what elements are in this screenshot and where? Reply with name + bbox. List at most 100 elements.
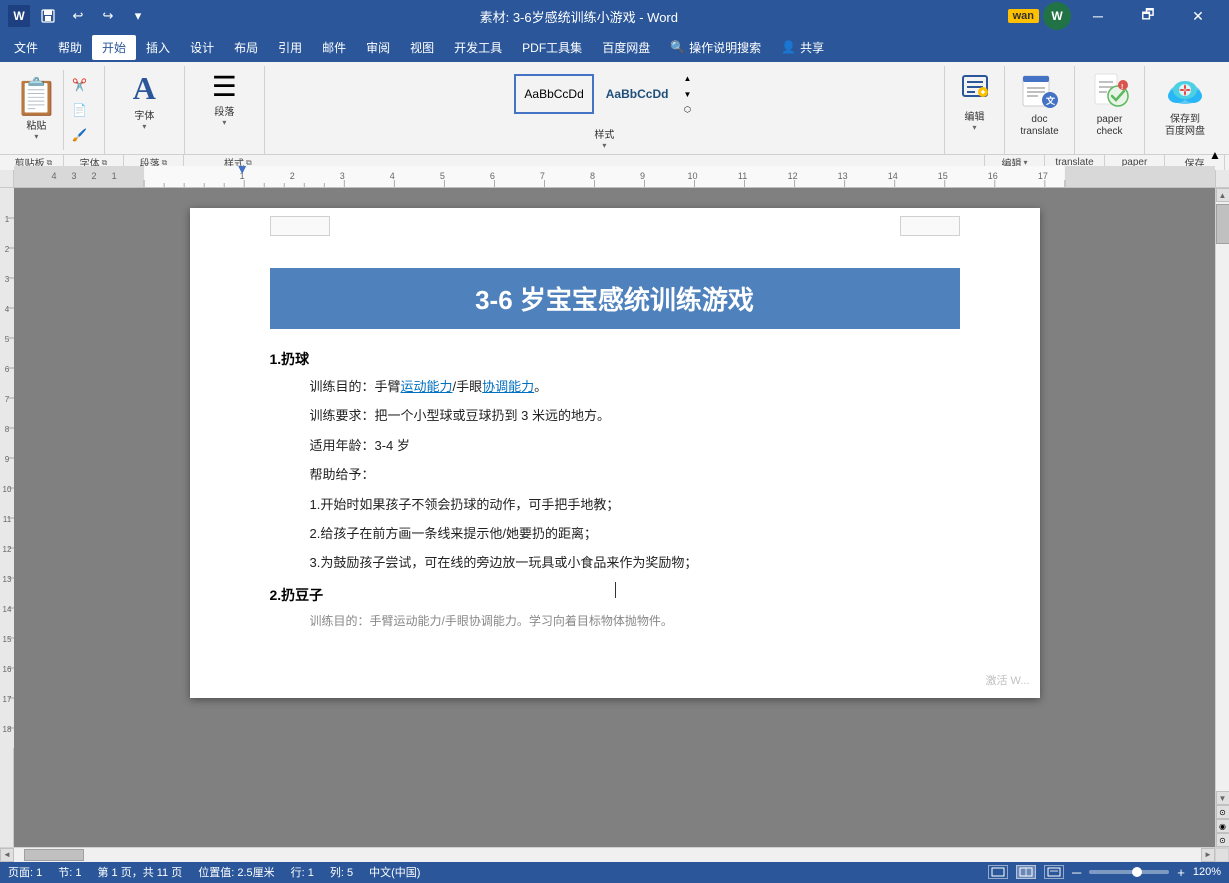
svg-text:14: 14 [888, 171, 898, 181]
zoom-thumb[interactable] [1132, 867, 1142, 877]
scroll-track[interactable] [1216, 202, 1229, 791]
menu-ref[interactable]: 引用 [268, 35, 312, 60]
menu-design[interactable]: 设计 [180, 35, 224, 60]
link-motor[interactable]: 运动能力 [401, 379, 453, 394]
menu-layout[interactable]: 布局 [224, 35, 268, 60]
menu-opsearch[interactable]: 🔍操作说明搜索 [660, 35, 771, 60]
menu-help[interactable]: 帮助 [48, 35, 92, 60]
para-6: 2.给孩子在前方画一条线来提示他/她要扔的距离； [310, 522, 960, 545]
ribbon-group-translate: 文 doctranslate [1005, 66, 1075, 154]
svg-text:15: 15 [938, 171, 948, 181]
svg-text:5: 5 [5, 335, 10, 344]
menu-file[interactable]: 文件 [4, 35, 48, 60]
document-title: 3-6 岁宝宝感统训练游戏 [270, 268, 960, 329]
zoom-minus-button[interactable]: ─ [1072, 865, 1081, 880]
document-canvas[interactable]: 3-6 岁宝宝感统训练游戏 1.扔球 训练目的：手臂运动能力/手眼协调能力。 训… [14, 188, 1215, 847]
svg-text:1: 1 [112, 171, 117, 181]
menu-bar: 文件 帮助 开始 插入 设计 布局 引用 邮件 审阅 视图 开发工具 PDF工具… [0, 32, 1229, 62]
svg-text:13: 13 [838, 171, 848, 181]
svg-text:9: 9 [5, 455, 10, 464]
paste-button[interactable]: 📋 粘贴 ▾ [12, 79, 61, 141]
svg-text:17: 17 [3, 695, 12, 704]
page-margin-top-left [270, 216, 330, 236]
menu-mail[interactable]: 邮件 [312, 35, 356, 60]
close-button[interactable]: ✕ [1175, 0, 1221, 32]
save-baidupan-button[interactable]: 保存到百度网盘 [1163, 70, 1207, 138]
scroll-bottom-button[interactable]: ⊙ [1216, 833, 1229, 847]
quickaccess-more[interactable]: ▾ [126, 4, 150, 28]
style-expand[interactable]: ▾ [602, 141, 606, 150]
ruler-top-container: 1 2 3 4 5 6 7 8 9 10 11 12 13 14 15 16 1… [0, 166, 1229, 188]
para-4: 帮助给予： [310, 463, 960, 486]
style-scroll[interactable]: ▲ ▼ ⬡ [680, 74, 694, 114]
zoom-plus-button[interactable]: + [1177, 865, 1185, 880]
para-icon[interactable]: ☰ [212, 70, 237, 103]
para-2: 训练要求：把一个小型球或豆球扔到 3 米远的地方。 [310, 404, 960, 427]
menu-pdftool[interactable]: PDF工具集 [512, 35, 592, 60]
minimize-button[interactable]: ─ [1075, 0, 1121, 32]
svg-text:5: 5 [440, 171, 445, 181]
para-5: 1.开始时如果孩子不领会扔球的动作，可手把手地教； [310, 493, 960, 516]
hscroll-thumb[interactable] [24, 849, 84, 861]
status-bar: 页面: 1 节: 1 第 1 页，共 11 页 位置值: 2.5厘米 行: 1 … [0, 861, 1229, 883]
scroll-select-button[interactable]: ◉ [1216, 819, 1229, 833]
status-page: 页面: 1 [8, 864, 42, 880]
paper-check-button[interactable]: ! papercheck [1088, 70, 1132, 138]
status-col: 列: 5 [330, 864, 353, 880]
menu-baidupan[interactable]: 百度网盘 [592, 35, 660, 60]
style-heading1[interactable]: AaBbCcDd [598, 74, 677, 114]
view-web-button[interactable] [1044, 865, 1064, 879]
font-icon[interactable]: A [133, 70, 156, 107]
font-expand[interactable]: ▾ [142, 122, 146, 131]
cut-button[interactable]: ✂️ [68, 74, 92, 96]
hscroll-left-button[interactable]: ◄ [0, 848, 14, 862]
link-coord[interactable]: 协调能力 [482, 379, 534, 394]
format-painter-button[interactable]: 🖌️ [68, 124, 92, 146]
hscroll-track[interactable] [14, 848, 1201, 862]
zoom-level[interactable]: 120% [1193, 866, 1221, 878]
svg-text:4: 4 [5, 305, 10, 314]
view-read-button[interactable] [1016, 865, 1036, 879]
restore-button[interactable]: 🗗 [1125, 0, 1171, 32]
svg-text:!: ! [1121, 84, 1123, 91]
menu-devtools[interactable]: 开发工具 [444, 35, 512, 60]
title-bar-left: W ↩ ↪ ▾ [8, 4, 150, 28]
hscroll-right-button[interactable]: ► [1201, 848, 1215, 862]
menu-share[interactable]: 👤共享 [771, 35, 834, 60]
menu-insert[interactable]: 插入 [136, 35, 180, 60]
svg-text:7: 7 [5, 395, 10, 404]
style-normal[interactable]: AaBbCcDd [514, 74, 593, 114]
title-bar: W ↩ ↪ ▾ 素材: 3-6岁感统训练小游戏 - Word wan W ─ 🗗… [0, 0, 1229, 32]
svg-text:4: 4 [390, 171, 395, 181]
scroll-top-button[interactable]: ⊙ [1216, 805, 1229, 819]
scroll-thumb[interactable] [1216, 204, 1229, 244]
ribbon-group-save: 保存到百度网盘 [1145, 66, 1225, 154]
hscroll-corner [1215, 848, 1229, 862]
svg-text:11: 11 [3, 515, 12, 524]
user-avatar[interactable]: W [1043, 2, 1071, 30]
ribbon-collapse-button[interactable]: ▲ [1205, 145, 1225, 165]
edit-expand[interactable]: ▾ [972, 123, 976, 132]
para-expand[interactable]: ▾ [222, 118, 226, 127]
quickaccess-undo[interactable]: ↩ [66, 4, 90, 28]
copy-button[interactable]: 📄 [68, 99, 92, 121]
status-position: 位置值: 2.5厘米 [198, 864, 274, 880]
quickaccess-redo[interactable]: ↪ [96, 4, 120, 28]
scroll-up-button[interactable]: ▲ [1216, 188, 1229, 202]
view-print-button[interactable] [988, 865, 1008, 879]
edit-icon[interactable] [959, 70, 991, 108]
svg-text:10: 10 [688, 171, 698, 181]
menu-view[interactable]: 视图 [400, 35, 444, 60]
doc-translate-button[interactable]: 文 doctranslate [1018, 70, 1062, 138]
status-left: 页面: 1 节: 1 第 1 页，共 11 页 位置值: 2.5厘米 行: 1 … [8, 864, 420, 880]
para-1: 训练目的：手臂运动能力/手眼协调能力。 [310, 375, 960, 398]
zoom-slider[interactable] [1089, 870, 1169, 874]
scroll-down-button[interactable]: ▼ [1216, 791, 1229, 805]
svg-text:18: 18 [3, 725, 12, 734]
menu-review[interactable]: 审阅 [356, 35, 400, 60]
svg-text:11: 11 [738, 171, 747, 181]
svg-text:14: 14 [3, 605, 12, 614]
svg-text:3: 3 [5, 275, 10, 284]
menu-start[interactable]: 开始 [92, 35, 136, 60]
quickaccess-save[interactable] [36, 4, 60, 28]
